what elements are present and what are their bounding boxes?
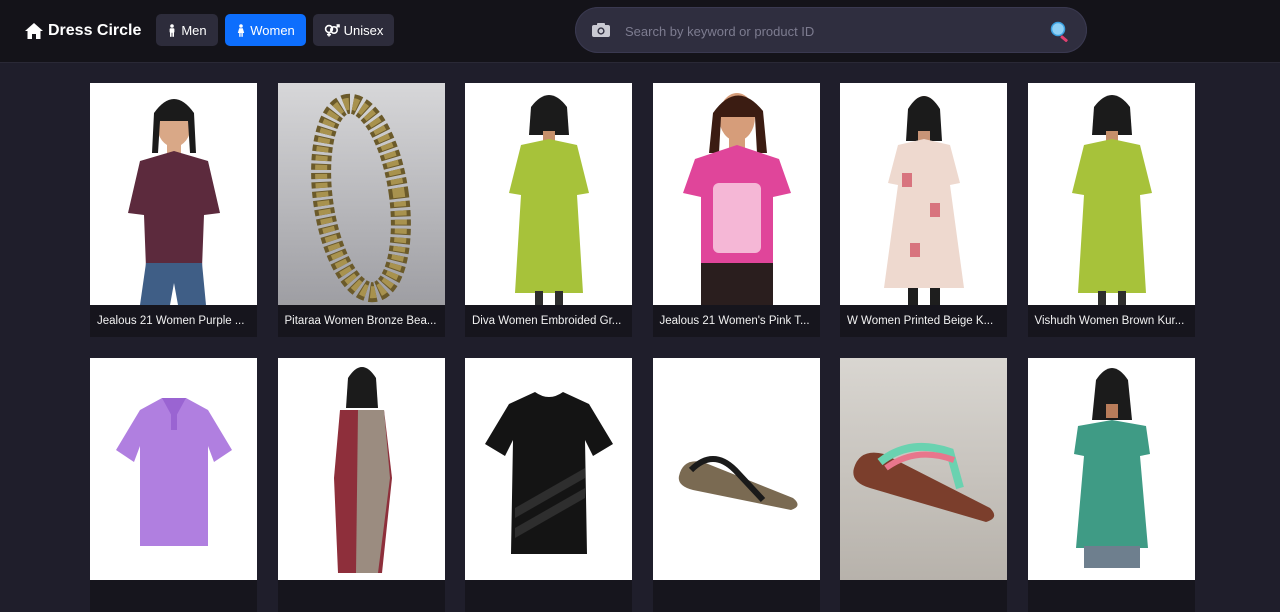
product-image[interactable] (840, 83, 1007, 305)
female-icon (238, 23, 245, 37)
top-navbar: Dress Circle Men Women Unisex (0, 0, 1280, 63)
venus-mars-icon (324, 23, 340, 36)
product-title[interactable]: Pitaraa Women Bronze Bea... (277, 305, 445, 337)
flip-flop-icon (853, 442, 995, 522)
search-bar (575, 7, 1087, 53)
brand-link[interactable]: Dress Circle (24, 20, 141, 42)
sandal-icon (678, 456, 798, 510)
product-title[interactable] (840, 580, 1007, 612)
product-title[interactable]: Diva Women Embroided Gr... (465, 305, 632, 337)
polo-shirt-icon (116, 398, 232, 546)
product-card[interactable] (465, 358, 632, 612)
nav-button-women[interactable]: Women (225, 14, 306, 46)
product-image[interactable] (90, 358, 257, 580)
product-card[interactable] (652, 358, 820, 612)
product-title[interactable] (652, 580, 820, 612)
product-card[interactable]: W Women Printed Beige K... (840, 83, 1007, 337)
product-image[interactable] (652, 358, 820, 580)
person-dress-icon (884, 96, 964, 305)
person-top-icon (1073, 368, 1150, 568)
person-shirt-icon (128, 99, 220, 305)
product-image[interactable] (652, 83, 820, 305)
nav-label: Unisex (343, 22, 384, 38)
nav-button-men[interactable]: Men (156, 14, 218, 46)
product-card[interactable]: Diva Women Embroided Gr... (465, 83, 632, 337)
brand-name: Dress Circle (48, 22, 142, 39)
product-card[interactable]: Pitaraa Women Bronze Bea... (277, 83, 445, 337)
product-image[interactable] (1027, 83, 1195, 305)
product-title[interactable] (277, 580, 445, 612)
product-card[interactable]: Jealous 21 Women Purple ... (90, 83, 257, 337)
search-input[interactable] (623, 17, 1027, 45)
nav-label: Men (181, 22, 207, 38)
product-image[interactable] (277, 358, 445, 580)
product-card[interactable]: Vishudh Women Brown Kur... (1027, 83, 1195, 337)
product-image[interactable] (277, 83, 445, 305)
person-tshirt-icon (682, 93, 791, 305)
camera-icon[interactable] (591, 22, 611, 38)
product-image[interactable] (1027, 358, 1195, 580)
person-saree-icon (333, 367, 392, 573)
product-card[interactable]: Jealous 21 Women's Pink T... (652, 83, 820, 337)
male-icon (169, 23, 175, 37)
product-image[interactable] (840, 358, 1007, 580)
product-card[interactable] (840, 358, 1007, 612)
product-title[interactable]: Jealous 21 Women Purple ... (90, 305, 257, 337)
product-title[interactable]: Jealous 21 Women's Pink T... (652, 305, 820, 337)
product-image[interactable] (465, 358, 632, 580)
product-title[interactable] (1027, 580, 1195, 612)
nav-label: Women (250, 22, 295, 38)
product-card[interactable] (277, 358, 445, 612)
person-kurta-icon (1071, 95, 1152, 305)
person-kurta-icon (509, 95, 589, 305)
product-title[interactable]: W Women Printed Beige K... (840, 305, 1007, 337)
product-title[interactable]: Vishudh Women Brown Kur... (1027, 305, 1195, 337)
home-icon (25, 23, 43, 39)
product-image[interactable] (465, 83, 632, 305)
product-title[interactable] (465, 580, 632, 612)
product-image[interactable] (90, 83, 257, 305)
product-title[interactable] (90, 580, 257, 612)
product-card[interactable] (90, 358, 257, 612)
tshirt-icon (485, 392, 613, 554)
search-icon[interactable] (1049, 20, 1071, 42)
bangle-icon (310, 93, 411, 303)
product-card[interactable] (1027, 358, 1195, 612)
nav-button-unisex[interactable]: Unisex (313, 14, 394, 46)
